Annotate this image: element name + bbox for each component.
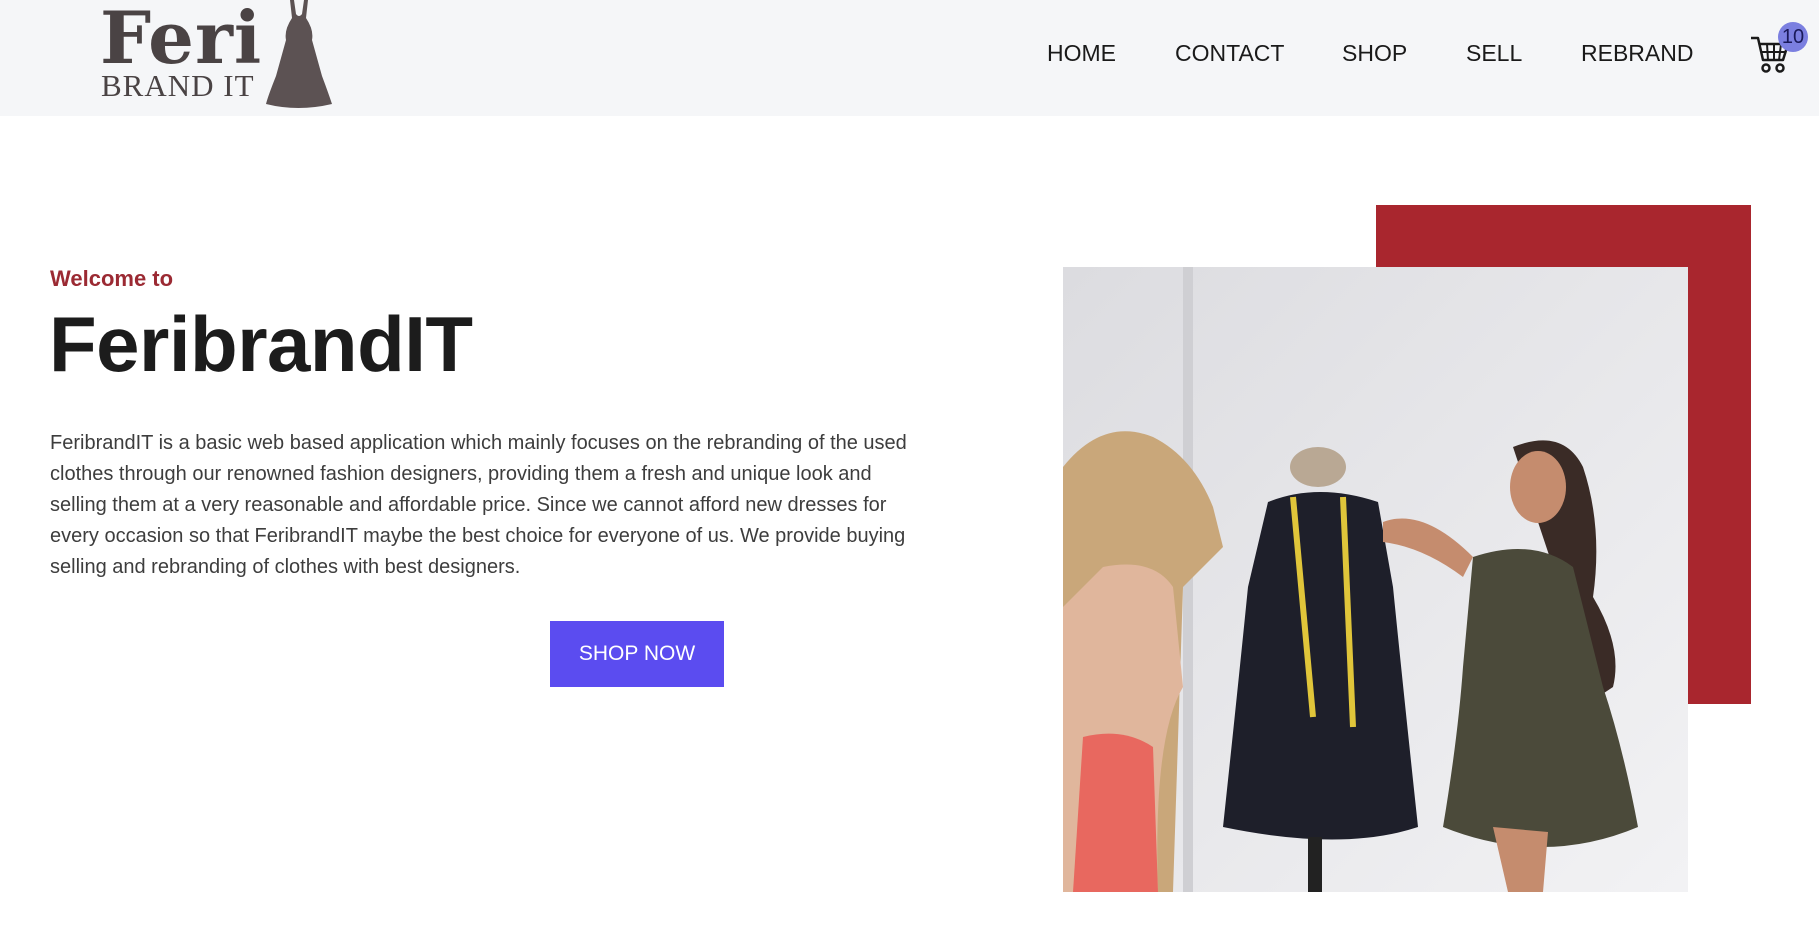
nav-rebrand[interactable]: REBRAND bbox=[1581, 40, 1693, 67]
welcome-text: Welcome to bbox=[50, 266, 174, 291]
nav-sell[interactable]: SELL bbox=[1466, 40, 1522, 67]
cart-count-badge: 10 bbox=[1778, 22, 1808, 52]
hero-description: FeribrandIT is a basic web based applica… bbox=[50, 432, 907, 578]
site-header: Feri BRAND IT HOME CONTACT SHOP SELL REB… bbox=[0, 0, 1819, 116]
hero-image bbox=[1063, 267, 1688, 892]
nav-contact[interactable]: CONTACT bbox=[1175, 40, 1284, 67]
shop-now-button[interactable]: SHOP NOW bbox=[550, 621, 724, 687]
nav-shop[interactable]: SHOP bbox=[1342, 40, 1407, 67]
nav-home[interactable]: HOME bbox=[1047, 40, 1116, 67]
hero-title: FeribrandIT bbox=[49, 300, 473, 388]
designers-fitting-dress-image bbox=[1063, 267, 1688, 892]
main-nav: HOME CONTACT SHOP SELL REBRAND 10 bbox=[0, 0, 1819, 108]
